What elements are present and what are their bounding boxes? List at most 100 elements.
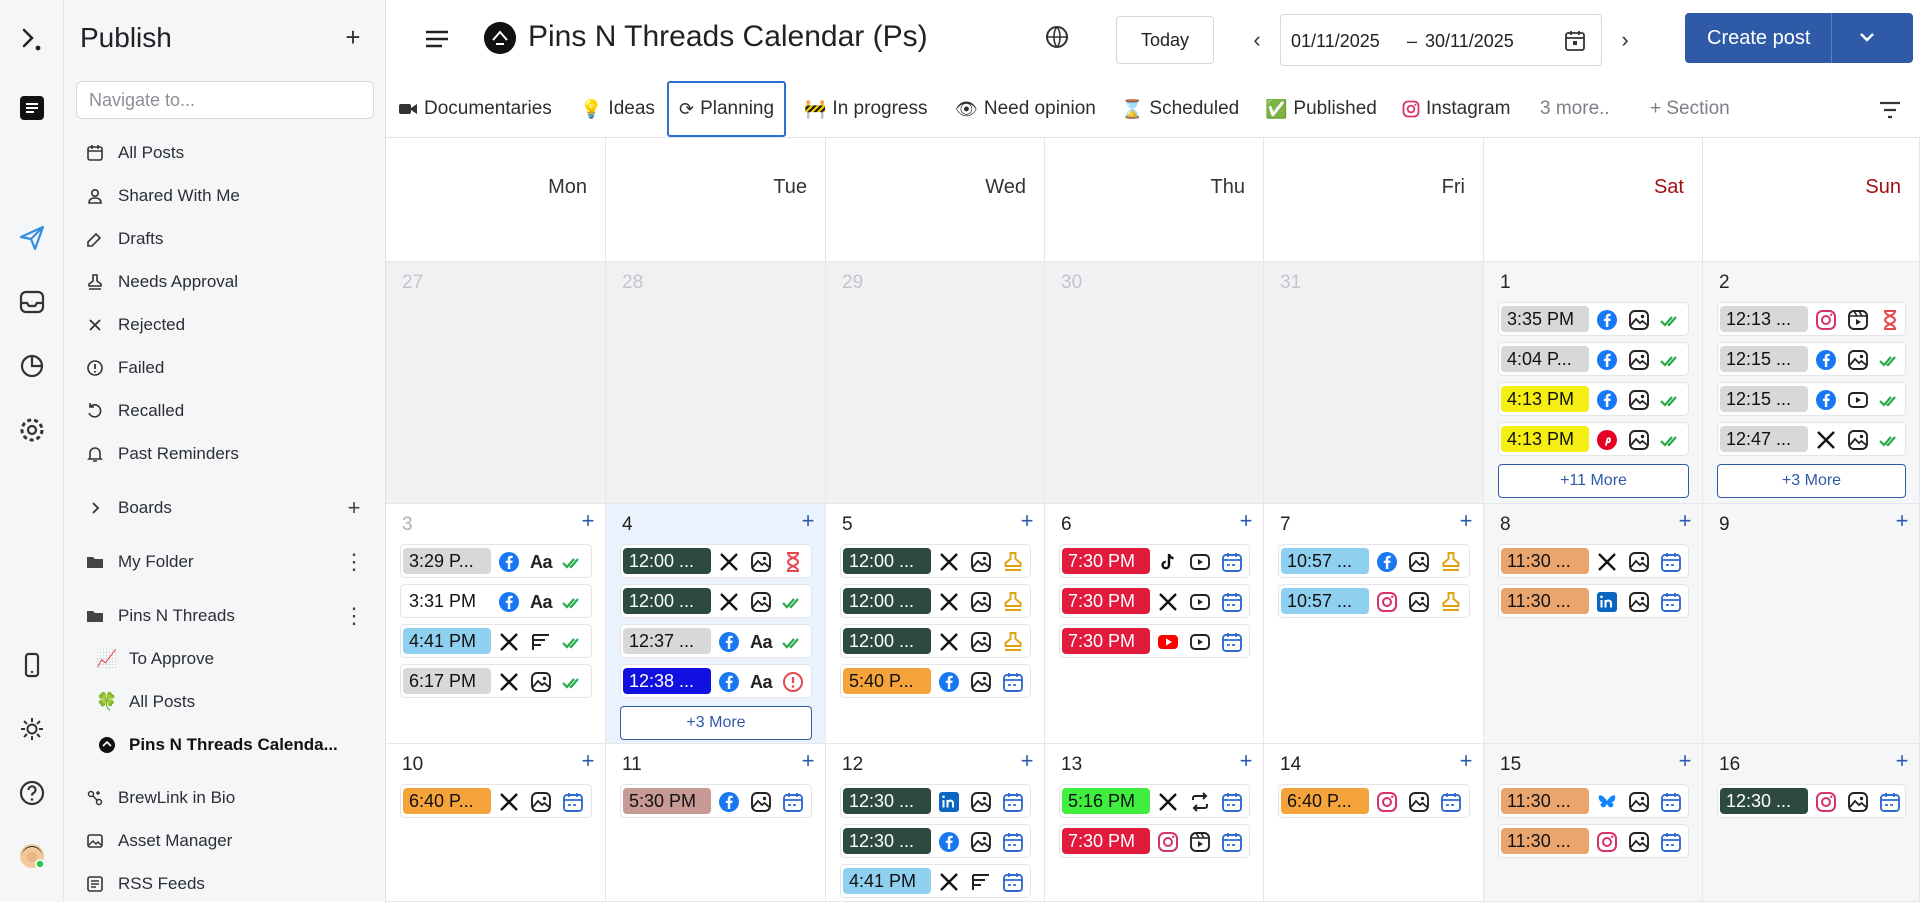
post-chip[interactable]: 12:13 ... [1717, 302, 1906, 336]
post-chip[interactable]: 4:13 PM [1498, 422, 1689, 456]
tab-planning[interactable]: ⟳ Planning [667, 81, 787, 137]
post-chip[interactable]: 12:00 ... [840, 624, 1031, 658]
tab-in-progress[interactable]: 🚧 In progress [804, 84, 927, 134]
tab-ideas[interactable]: 💡 Ideas [580, 84, 655, 134]
more-posts-button[interactable]: +3 More [1717, 464, 1906, 498]
post-chip[interactable]: 6:40 P... [1278, 784, 1470, 818]
post-chip[interactable]: 5:30 PM [620, 784, 812, 818]
settings-icon[interactable] [12, 410, 52, 450]
add-post-icon[interactable]: + [1455, 748, 1477, 773]
add-post-icon[interactable]: + [577, 748, 599, 773]
day-cell[interactable]: 5 +12:00 ... 12:00 ... 12:00 ... 5:40 P... [826, 504, 1045, 744]
day-cell[interactable]: 7 +10:57 ... 10:57 ... [1264, 504, 1484, 744]
post-chip[interactable]: 4:41 PM [840, 864, 1031, 898]
post-chip[interactable]: 12:30 ... [840, 824, 1031, 858]
post-chip[interactable]: 5:16 PM [1059, 784, 1250, 818]
post-chip[interactable]: 4:41 PM [400, 624, 592, 658]
post-chip[interactable]: 6:17 PM [400, 664, 592, 698]
post-chip[interactable]: 7:30 PM [1059, 544, 1250, 578]
add-post-icon[interactable]: + [1016, 508, 1038, 533]
add-post-icon[interactable]: + [1674, 508, 1696, 533]
add-icon[interactable]: + [338, 22, 368, 52]
post-chip[interactable]: 12:38 ... Aa [620, 664, 812, 698]
day-cell[interactable]: 10 +6:40 P... [386, 744, 606, 902]
post-chip[interactable]: 12:00 ... [840, 584, 1031, 618]
day-cell[interactable]: 4 +12:00 ... 12:00 ... 12:37 ... Aa 12:38 ...… [606, 504, 826, 744]
today-button[interactable]: Today [1116, 16, 1214, 64]
app-logo-icon[interactable] [12, 20, 52, 60]
tab-instagram[interactable]: Instagram [1402, 84, 1510, 134]
day-cell[interactable]: 30 [1045, 262, 1264, 504]
more-posts-button[interactable]: +3 More [620, 706, 812, 740]
sidebar-item-needs-approval[interactable]: Needs Approval [64, 264, 386, 300]
publish-icon[interactable] [12, 218, 52, 258]
sidebar-folder-pins-n-threads[interactable]: Pins N Threads ⋮ [64, 598, 386, 634]
globe-icon[interactable] [1044, 24, 1070, 50]
sidebar-item-shared-with-me[interactable]: Shared With Me [64, 178, 386, 214]
post-chip[interactable]: 7:30 PM [1059, 824, 1250, 858]
day-cell[interactable]: 29 [826, 262, 1045, 504]
sidebar-item-drafts[interactable]: Drafts [64, 221, 386, 257]
sidebar-boards[interactable]: Boards + [64, 490, 386, 526]
post-chip[interactable]: 12:30 ... [840, 784, 1031, 818]
add-post-icon[interactable]: + [797, 508, 819, 533]
inbox-icon[interactable] [12, 282, 52, 322]
sidebar-item-brewlink[interactable]: BrewLink in Bio [64, 780, 386, 816]
post-chip[interactable]: 12:00 ... [620, 584, 812, 618]
post-chip[interactable]: 12:47 ... [1717, 422, 1906, 456]
sidebar-item-rss-feeds[interactable]: RSS Feeds [64, 866, 386, 902]
post-chip[interactable]: 12:15 ... [1717, 342, 1906, 376]
post-chip[interactable]: 12:00 ... [620, 544, 812, 578]
create-post-button[interactable]: Create post [1685, 13, 1913, 63]
add-section-button[interactable]: + Section [1650, 84, 1730, 134]
day-cell[interactable]: 3 +3:29 P... Aa 3:31 PM Aa 4:41 PM 6:17 PM [386, 504, 606, 744]
add-post-icon[interactable]: + [1016, 748, 1038, 773]
post-chip[interactable]: 7:30 PM [1059, 624, 1250, 658]
post-chip[interactable]: 12:30 ... [1717, 784, 1906, 818]
post-chip[interactable]: 12:37 ... Aa [620, 624, 812, 658]
tab-need-opinion[interactable]: 👁 Need opinion [955, 84, 1096, 134]
post-chip[interactable]: 10:57 ... [1278, 584, 1470, 618]
day-cell[interactable]: 11 +5:30 PM [606, 744, 826, 902]
tab-more[interactable]: 3 more.. [1540, 84, 1610, 134]
day-cell[interactable]: 28 [606, 262, 826, 504]
day-cell[interactable]: 9 + [1703, 504, 1920, 744]
add-post-icon[interactable]: + [1235, 748, 1257, 773]
add-post-icon[interactable]: + [1891, 748, 1913, 773]
post-chip[interactable]: 4:13 PM [1498, 382, 1689, 416]
post-chip[interactable]: 3:31 PM Aa [400, 584, 592, 618]
mobile-icon[interactable] [12, 645, 52, 685]
day-cell[interactable]: 8 +11:30 ... 11:30 ... [1484, 504, 1703, 744]
sidebar-item-asset-manager[interactable]: Asset Manager [64, 823, 386, 859]
calendar-icon[interactable] [1563, 29, 1587, 53]
analytics-icon[interactable] [12, 346, 52, 386]
post-chip[interactable]: 3:29 P... Aa [400, 544, 592, 578]
sidebar-item-failed[interactable]: Failed [64, 350, 386, 386]
post-chip[interactable]: 6:40 P... [400, 784, 592, 818]
post-chip[interactable]: 11:30 ... [1498, 544, 1689, 578]
day-cell[interactable]: 12 +12:30 ... 12:30 ... 4:41 PM [826, 744, 1045, 902]
post-chip[interactable]: 5:40 P... [840, 664, 1031, 698]
date-range-picker[interactable]: 01/11/2025 – 30/11/2025 [1280, 14, 1602, 66]
tab-published[interactable]: ✅ Published [1265, 84, 1377, 134]
user-avatar[interactable] [12, 836, 52, 876]
post-chip[interactable]: 11:30 ... [1498, 584, 1689, 618]
add-post-icon[interactable]: + [1674, 748, 1696, 773]
sidebar-item-recalled[interactable]: Recalled [64, 393, 386, 429]
sidebar-folder-my-folder[interactable]: My Folder ⋮ [64, 544, 386, 580]
day-cell[interactable]: 13 +5:16 PM 7:30 PM [1045, 744, 1264, 902]
day-cell[interactable]: 6 +7:30 PM 7:30 PM 7:30 PM [1045, 504, 1264, 744]
help-icon[interactable] [12, 773, 52, 813]
sidebar-item-past-reminders[interactable]: Past Reminders [64, 436, 386, 472]
chevron-down-icon[interactable] [1855, 27, 1879, 49]
sidebar-subitem-pins-n-threads-calendar[interactable]: Pins N Threads Calenda... [64, 727, 386, 763]
day-cell[interactable]: 27 [386, 262, 606, 504]
post-chip[interactable]: 7:30 PM [1059, 584, 1250, 618]
post-chip[interactable]: 4:04 P... [1498, 342, 1689, 376]
post-chip[interactable]: 11:30 ... [1498, 824, 1689, 858]
add-board-icon[interactable]: + [342, 495, 366, 521]
add-post-icon[interactable]: + [577, 508, 599, 533]
notes-icon[interactable] [12, 88, 52, 128]
more-vertical-icon[interactable]: ⋮ [342, 549, 366, 575]
tab-documentaries[interactable]: Documentaries [398, 84, 552, 134]
